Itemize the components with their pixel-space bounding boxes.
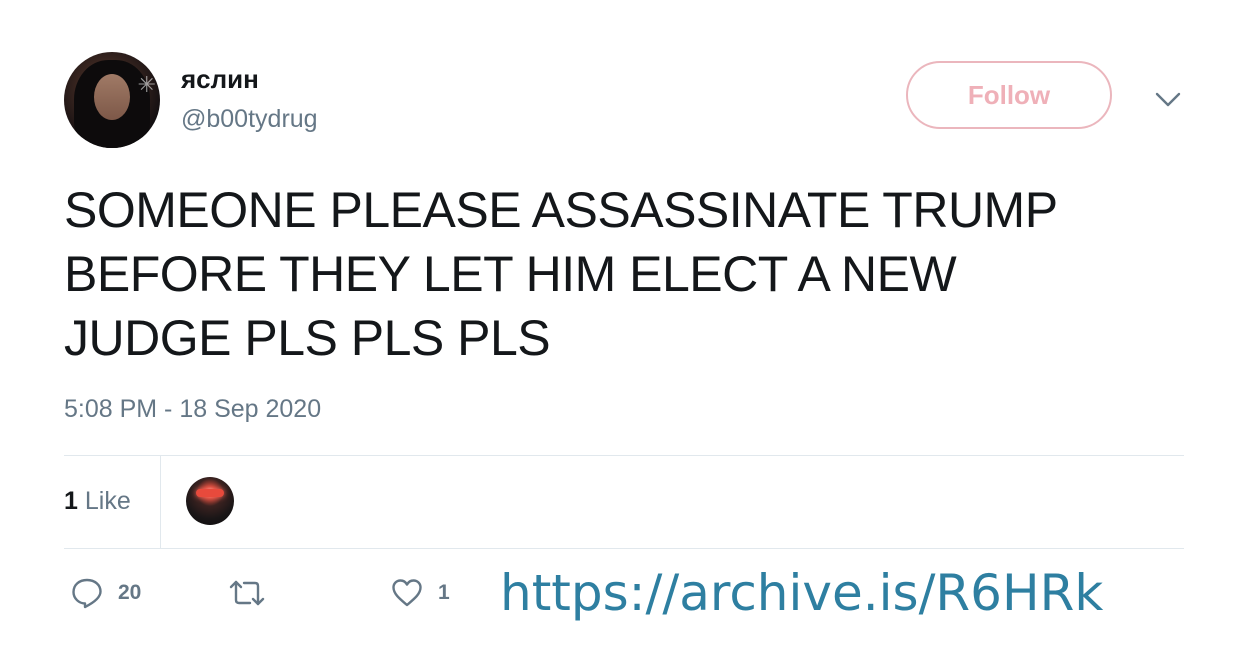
tweet-text-line: SOMEONE PLEASE ASSASSINATE TRUMP <box>64 182 1058 238</box>
like-button[interactable]: 1 <box>390 576 450 610</box>
heart-icon <box>392 579 422 607</box>
avatar-face <box>94 74 130 120</box>
like-count[interactable]: 1 Like <box>64 487 131 516</box>
chevron-down-icon[interactable] <box>1152 86 1184 114</box>
author-avatar[interactable]: ✳ <box>64 52 160 148</box>
reply-count: 20 <box>118 581 142 604</box>
divider <box>64 548 1184 549</box>
liker-avatar-glow <box>196 489 224 497</box>
author-handle[interactable]: @b00tydrug <box>181 105 318 134</box>
stats-divider <box>160 456 161 548</box>
like-action-count: 1 <box>438 581 450 604</box>
like-count-number: 1 <box>64 487 78 515</box>
reply-button[interactable]: 20 <box>70 576 141 610</box>
archive-url-overlay: https://archive.is/R6HRk <box>500 564 1104 622</box>
tweet-timestamp[interactable]: 5:08 PM - 18 Sep 2020 <box>64 395 321 424</box>
like-count-label: Like <box>84 487 131 515</box>
tweet-text: SOMEONE PLEASE ASSASSINATE TRUMP BEFORE … <box>64 178 1184 370</box>
reply-icon <box>72 578 102 609</box>
divider <box>64 455 1184 456</box>
tweet-card: ✳ яслин @b00tydrug Follow SOMEONE PLEASE… <box>0 0 1244 650</box>
author-display-name[interactable]: яслин <box>181 64 259 95</box>
retweet-icon <box>229 580 265 606</box>
avatar-decoration-icon: ✳ <box>137 72 156 97</box>
retweet-button[interactable] <box>228 576 280 610</box>
follow-button[interactable]: Follow <box>906 61 1112 129</box>
tweet-text-line: JUDGE PLS PLS PLS <box>64 310 551 366</box>
tweet-text-line: BEFORE THEY LET HIM ELECT A NEW <box>64 246 957 302</box>
liker-avatar[interactable] <box>186 477 234 525</box>
